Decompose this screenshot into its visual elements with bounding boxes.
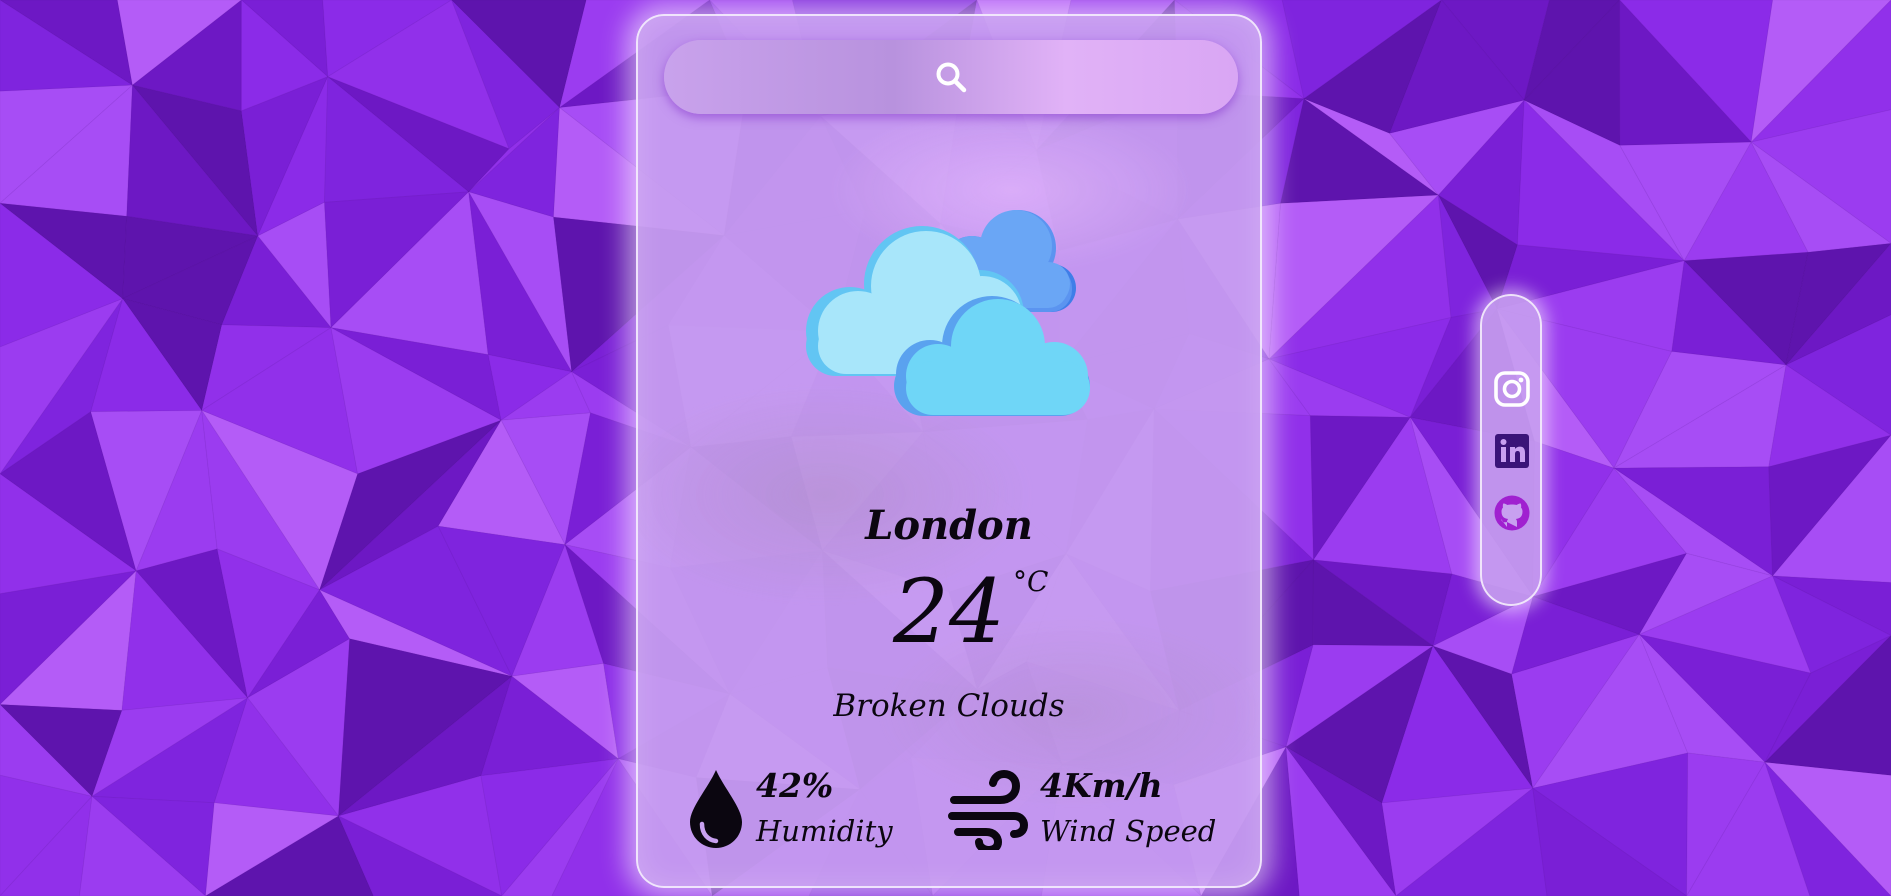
github-icon <box>1494 495 1530 531</box>
instagram-link[interactable] <box>1493 370 1531 408</box>
water-drop-icon <box>690 770 742 848</box>
wind-label: Wind Speed <box>1040 814 1217 848</box>
humidity-value: 42% <box>756 766 834 805</box>
linkedin-link[interactable] <box>1493 432 1531 470</box>
wind-icon <box>948 769 1028 850</box>
temperature-display: 24 °C <box>638 568 1260 656</box>
broken-clouds-icon <box>806 210 1090 416</box>
temperature-value: 24 <box>893 560 1005 663</box>
humidity-stat: 42% Humidity <box>686 766 906 856</box>
instagram-icon <box>1494 371 1530 407</box>
social-links-bar <box>1480 294 1542 606</box>
search-bar[interactable] <box>664 40 1238 116</box>
humidity-label: Humidity <box>756 814 893 848</box>
linkedin-icon <box>1495 434 1529 468</box>
search-input[interactable] <box>694 40 1212 116</box>
wind-stat: 4Km/h Wind Speed <box>948 766 1238 856</box>
weather-card: London 24 °C Broken Clouds 42% Humidity … <box>636 14 1262 888</box>
city-name: London <box>865 502 1033 549</box>
github-link[interactable] <box>1493 494 1531 532</box>
temperature-container: 24 °C <box>893 568 1048 656</box>
wind-value: 4Km/h <box>1040 766 1163 805</box>
weather-description: Broken Clouds <box>833 688 1065 724</box>
temperature-unit: °C <box>1012 565 1049 598</box>
